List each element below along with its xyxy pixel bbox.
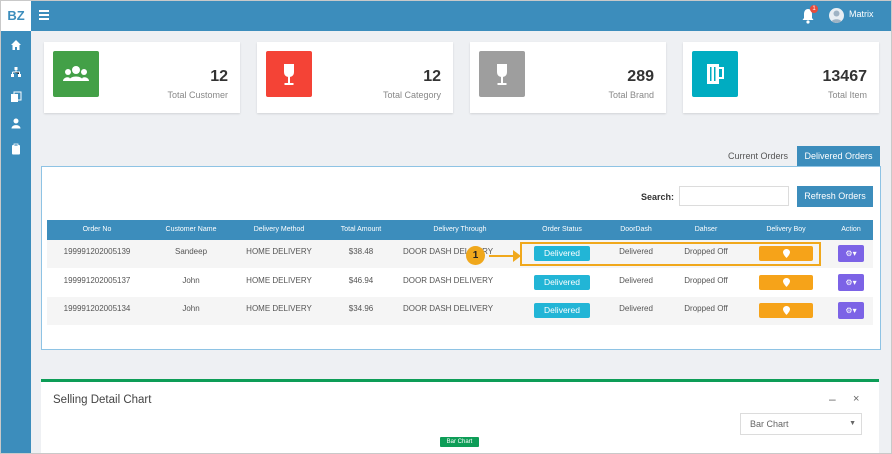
column-header[interactable]: Total Amount: [323, 220, 399, 240]
table-header: Order No Customer Name Delivery Method T…: [47, 220, 873, 240]
user-avatar[interactable]: [829, 8, 844, 23]
mug-icon: [692, 51, 738, 97]
chart-panel-title: Selling Detail Chart: [53, 394, 152, 406]
stat-value: 12: [423, 68, 441, 85]
delivery-boy-button[interactable]: [759, 275, 813, 290]
doordash-status: Delivered: [619, 276, 653, 285]
minimize-button[interactable]: –: [829, 392, 836, 406]
action-dropdown-button[interactable]: ⚙▾: [838, 245, 864, 262]
stat-label: Total Category: [382, 90, 441, 100]
glass-icon: [266, 51, 312, 97]
order-status-badge[interactable]: Delivered: [534, 275, 590, 290]
total-amount: $34.96: [348, 304, 374, 313]
delivery-through: DOOR DASH DELIVERY: [403, 247, 494, 256]
stat-value: 289: [627, 68, 654, 85]
stat-card-customer: 12 Total Customer: [44, 42, 240, 113]
stat-label: Total Brand: [608, 90, 654, 100]
table-row: 199991202005137 John HOME DELIVERY $46.9…: [47, 269, 873, 297]
table-row: 199991202005134 John HOME DELIVERY $34.9…: [47, 297, 873, 325]
column-header[interactable]: Customer Name: [147, 220, 235, 240]
action-dropdown-button[interactable]: ⚙▾: [838, 302, 864, 319]
user-icon[interactable]: [10, 117, 22, 129]
stat-value: 12: [210, 68, 228, 85]
sidebar: [1, 31, 31, 453]
hamburger-icon[interactable]: [39, 10, 49, 20]
selling-chart-panel: Selling Detail Chart – × Bar Chart ▼ Bar…: [41, 379, 879, 453]
order-number: 19999120200513​9: [63, 247, 131, 256]
total-amount: $46.94: [348, 276, 374, 285]
search-label: Search:: [641, 192, 675, 202]
sitemap-icon[interactable]: [10, 66, 22, 78]
stat-card-category: 12 Total Category: [257, 42, 453, 113]
stat-label: Total Item: [827, 90, 867, 100]
tab-delivered-orders[interactable]: Delivered Orders: [797, 146, 880, 166]
order-status-badge[interactable]: Delivered: [534, 303, 590, 318]
dasher-status: Dropped Off: [684, 304, 728, 313]
column-header[interactable]: Delivery Through: [399, 220, 521, 240]
customer-name: John: [182, 276, 200, 285]
delivery-through: DOOR DASH DELIVERY: [403, 304, 494, 313]
top-navbar: BZ 1 Matrix: [1, 1, 891, 31]
glass-icon: [479, 51, 525, 97]
map-marker-icon: [782, 306, 790, 316]
copy-icon[interactable]: [10, 91, 22, 103]
chart-legend-item[interactable]: Bar Chart: [440, 437, 479, 447]
customer-name: John: [182, 304, 200, 313]
delivery-method: HOME DELIVERY: [246, 247, 312, 256]
stat-card-brand: 289 Total Brand: [470, 42, 666, 113]
refresh-orders-button[interactable]: Refresh Orders: [797, 186, 873, 207]
step-number-badge: 1: [466, 246, 485, 265]
caret-down-icon: ▼: [849, 420, 856, 427]
search-input[interactable]: [679, 186, 789, 206]
delivery-through: DOOR DASH DELIVERY: [403, 276, 494, 285]
clipboard-icon[interactable]: [10, 143, 22, 155]
column-header[interactable]: Delivery Method: [235, 220, 323, 240]
customer-name: Sandeep: [174, 247, 208, 256]
column-header[interactable]: Dahser: [669, 220, 743, 240]
tab-current-orders[interactable]: Current Orders: [719, 146, 797, 166]
column-header[interactable]: Delivery Boy: [743, 220, 829, 240]
chart-type-value: Bar Chart: [750, 419, 789, 429]
stat-card-item: 13467 Total Item: [683, 42, 879, 113]
highlight-box: [520, 242, 821, 266]
user-avatar-icon: [831, 10, 842, 23]
brand-logo[interactable]: BZ: [1, 1, 31, 31]
order-number: 199991202005137: [63, 276, 131, 285]
gear-icon: ⚙▾: [845, 278, 857, 287]
order-number: 199991202005134: [63, 304, 131, 313]
user-name[interactable]: Matrix: [849, 9, 874, 19]
arrow-head-icon: [513, 250, 521, 262]
column-header[interactable]: Order No: [47, 220, 147, 240]
action-dropdown-button[interactable]: ⚙▾: [838, 274, 864, 291]
app-window: BZ 1 Matrix 12 Total Customer 12 Total C…: [0, 0, 892, 454]
chart-type-select[interactable]: Bar Chart ▼: [740, 413, 862, 435]
close-button[interactable]: ×: [853, 393, 859, 405]
stat-label: Total Customer: [167, 90, 228, 100]
stat-value: 13467: [822, 68, 868, 85]
column-header[interactable]: DoorDash: [603, 220, 669, 240]
users-icon: [53, 51, 99, 97]
delivery-method: HOME DELIVERY: [246, 304, 312, 313]
column-header[interactable]: Action: [829, 220, 873, 240]
doordash-status: Delivered: [619, 304, 653, 313]
notification-badge: 1: [810, 5, 818, 13]
total-amount: $38.48: [348, 247, 374, 256]
gear-icon: ⚙▾: [845, 249, 857, 258]
delivery-boy-button[interactable]: [759, 303, 813, 318]
gear-icon: ⚙▾: [845, 306, 857, 315]
home-icon[interactable]: [10, 39, 22, 51]
dasher-status: Dropped Off: [684, 276, 728, 285]
column-header[interactable]: Order Status: [521, 220, 603, 240]
delivery-method: HOME DELIVERY: [246, 276, 312, 285]
map-marker-icon: [782, 278, 790, 288]
annotation-arrow: [489, 255, 516, 257]
